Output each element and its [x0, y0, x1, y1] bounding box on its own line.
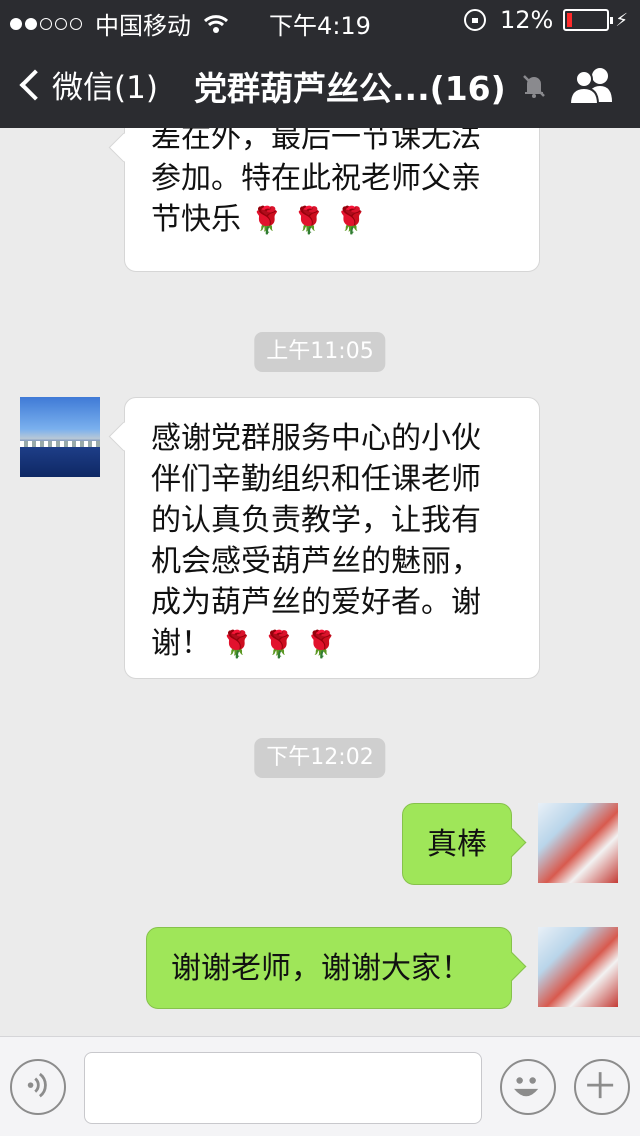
nav-bar: 微信(1) 党群葫芦丝公...(16) [0, 40, 640, 128]
avatar-self[interactable] [538, 803, 618, 883]
input-bar [0, 1036, 640, 1136]
rotation-lock-icon [464, 9, 487, 31]
back-button[interactable]: 微信(1) [18, 62, 158, 107]
emoji-icon [514, 1077, 539, 1097]
avatar-sender[interactable] [20, 397, 100, 477]
back-label: 微信(1) [52, 70, 158, 106]
chevron-left-icon [19, 68, 51, 101]
battery-percent: 12% [500, 6, 554, 34]
message-text: 真棒 [427, 827, 487, 862]
plus-button[interactable] [574, 1059, 630, 1115]
timestamp: 上午11:05 [254, 332, 386, 372]
message-line: 成为葫芦丝的爱好者。谢 [151, 585, 481, 620]
message-input[interactable] [84, 1052, 482, 1124]
message-line-text: 谢！ [151, 626, 211, 661]
message-line: 机会感受葫芦丝的魅丽， [151, 544, 481, 579]
battery-level [567, 13, 573, 27]
chat-title: 党群葫芦丝公...(16) [194, 69, 506, 108]
message-line: 谢！ 🌹🌹🌹 [151, 623, 513, 666]
message-line-text: 节快乐 [151, 202, 241, 237]
mute-bell-icon [523, 75, 545, 98]
emoji-button[interactable] [500, 1059, 556, 1115]
message-line: 的认真负责教学，让我有 [151, 503, 481, 538]
message-line: 节快乐 🌹🌹🌹 [151, 199, 513, 242]
message-line: 参加。特在此祝老师父亲 [151, 161, 481, 196]
rose-emoji: 🌹🌹🌹 [250, 206, 378, 236]
chat-area[interactable]: 差在外，最后一节课无法 参加。特在此祝老师父亲 节快乐 🌹🌹🌹 上午11:05 … [0, 128, 640, 1036]
battery-icon [563, 9, 614, 31]
voice-icon [27, 1072, 47, 1098]
message-line: 伴们辛勤组织和任课老师 [151, 462, 481, 497]
message-bubble-sent[interactable]: 真棒 [402, 803, 512, 885]
avatar-self[interactable] [538, 927, 618, 1007]
timestamp: 下午12:02 [254, 738, 386, 778]
charging-icon: ⚡ [615, 9, 628, 31]
message-bubble-received[interactable]: 差在外，最后一节课无法 参加。特在此祝老师父亲 节快乐 🌹🌹🌹 [124, 128, 540, 272]
message-text: 谢谢老师，谢谢大家！ [171, 951, 471, 986]
message-line: 感谢党群服务中心的小伙 [151, 421, 481, 456]
message-bubble-sent[interactable]: 谢谢老师，谢谢大家！ [146, 927, 512, 1009]
message-bubble-received[interactable]: 感谢党群服务中心的小伙 伴们辛勤组织和任课老师 的认真负责教学，让我有 机会感受… [124, 397, 540, 679]
rose-emoji: 🌹🌹🌹 [220, 630, 348, 660]
status-bar: 中国移动 下午4:19 12% ⚡ [0, 0, 640, 40]
voice-button[interactable] [10, 1059, 66, 1115]
group-members-icon[interactable] [566, 66, 618, 104]
status-right: 12% ⚡ [464, 6, 628, 34]
message-line: 差在外，最后一节课无法 [151, 128, 481, 155]
plus-icon [587, 1072, 614, 1099]
